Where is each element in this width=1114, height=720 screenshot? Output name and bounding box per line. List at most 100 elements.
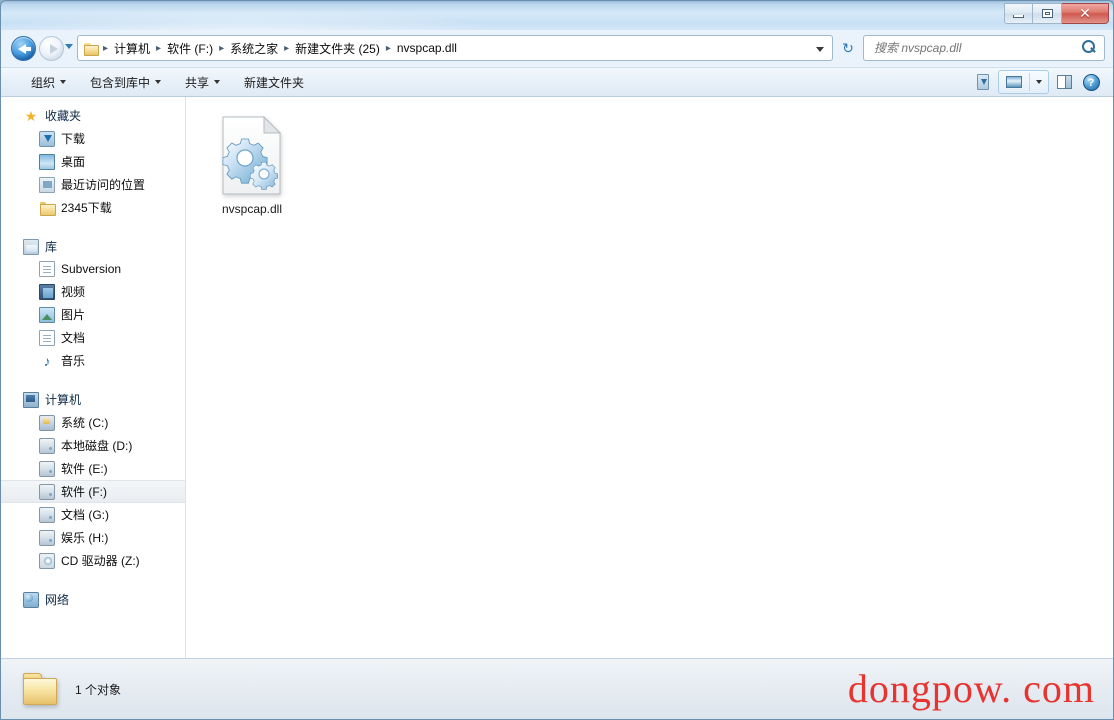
sidebar-header-label: 收藏夹 [45,109,82,123]
system-drive-icon [39,414,55,431]
toolbar-organize-button[interactable]: 组织 [21,69,76,96]
sidebar-item-label: 2345下载 [61,201,112,215]
document-icon [39,329,55,346]
back-button[interactable] [11,36,36,61]
folder-icon [39,200,56,216]
toolbar-include-in-library-button[interactable]: 包含到库中 [80,69,171,96]
cd-drive-icon [39,552,55,569]
recent-places-icon [39,176,55,193]
sidebar-header-favorites[interactable]: ★ 收藏夹 [1,104,185,127]
sidebar-header-computer[interactable]: 计算机 [1,388,185,411]
toolbar-right-group: ? [971,70,1113,94]
sidebar-item-drive-g[interactable]: 文档 (G:) [1,503,185,526]
address-bar[interactable]: ▸ 计算机 ▸ 软件 (F:) ▸ 系统之家 ▸ 新建文件夹 (25) ▸ nv… [77,35,833,61]
search-box[interactable] [863,35,1105,61]
drive-icon [39,483,55,500]
toolbar-share-button[interactable]: 共享 [175,69,230,96]
view-mode-group[interactable] [998,70,1049,94]
toolbar-include-in-library-label: 包含到库中 [90,75,151,90]
sidebar-item-label: 图片 [61,308,86,322]
status-bar: 1 个对象 dongpow. com [1,658,1113,719]
recent-pages-chevron-down-icon[interactable] [65,44,73,49]
view-mode-dropdown-button[interactable] [1030,71,1048,93]
chevron-down-icon [60,80,67,84]
window-controls: ✕ [1004,3,1109,24]
search-icon[interactable] [1080,39,1098,57]
sidebar-item-music[interactable]: ♪ 音乐 [1,349,185,372]
chevron-down-icon [1036,80,1042,84]
title-bar-glow [1,1,1113,30]
nav-group-network: 网络 [1,588,185,611]
navigation-pane[interactable]: ★ 收藏夹 下载 桌面 最近访问的位置 2345下载 库 Subversion … [1,97,186,658]
close-button[interactable]: ✕ [1062,3,1109,24]
breadcrumb-item-nvspcap-dll[interactable]: nvspcap.dll [393,39,461,57]
sidebar-item-documents[interactable]: 文档 [1,326,185,349]
sidebar-item-pictures[interactable]: 图片 [1,303,185,326]
sidebar-item-label: Subversion [61,262,122,276]
refresh-icon[interactable]: ↻ [839,39,857,57]
minimize-button[interactable] [1004,3,1033,24]
nav-group-favorites: ★ 收藏夹 下载 桌面 最近访问的位置 2345下载 [1,104,185,219]
sidebar-item-label: 软件 (F:) [61,485,107,499]
status-item-count: 1 个对象 [75,682,122,697]
content-area: ★ 收藏夹 下载 桌面 最近访问的位置 2345下载 库 Subversion … [1,97,1113,658]
library-icon [23,238,39,255]
network-icon [23,591,39,608]
sidebar-item-label: 软件 (E:) [61,462,108,476]
sidebar-item-2345-downloads[interactable]: 2345下载 [1,196,185,219]
sidebar-item-drive-d[interactable]: 本地磁盘 (D:) [1,434,185,457]
sidebar-item-subversion[interactable]: Subversion [1,258,185,280]
help-button[interactable]: ? [1079,70,1103,94]
search-input[interactable] [872,40,1077,56]
breadcrumb-item-computer[interactable]: 计算机 [110,38,154,59]
sidebar-item-drive-c[interactable]: 系统 (C:) [1,411,185,434]
sidebar-item-label: 系统 (C:) [61,416,109,430]
folder-icon [83,41,99,56]
view-mode-icon [1006,76,1022,88]
sidebar-header-libraries[interactable]: 库 [1,235,185,258]
file-item-nvspcap-dll[interactable]: nvspcap.dll [200,109,304,221]
sidebar-item-drive-h[interactable]: 娱乐 (H:) [1,526,185,549]
nav-group-computer: 计算机 系统 (C:) 本地磁盘 (D:) 软件 (E:) 软件 (F:) 文档… [1,388,185,572]
sidebar-header-label: 计算机 [45,393,82,407]
sidebar-item-drive-f[interactable]: 软件 (F:) [1,480,185,503]
sidebar-item-drive-e[interactable]: 软件 (E:) [1,457,185,480]
file-list-pane[interactable]: nvspcap.dll [186,97,1113,658]
drive-icon [39,529,55,546]
explorer-window: ✕ ▸ 计算机 ▸ 软件 (F:) ▸ 系统之家 ▸ 新建文件夹 (25) ▸ … [0,0,1114,720]
address-chevron-down-icon[interactable] [816,47,824,52]
breadcrumb-separator: ▸ [385,42,391,54]
toolbar-share-label: 共享 [185,75,210,90]
preview-pane-button[interactable] [1052,70,1076,94]
view-mode-button[interactable] [999,71,1029,93]
sidebar-item-desktop[interactable]: 桌面 [1,150,185,173]
burn-button[interactable] [971,70,995,94]
minimize-icon [1013,15,1024,18]
sidebar-header-label: 网络 [45,593,70,607]
breadcrumb-item-new-folder-25[interactable]: 新建文件夹 (25) [291,38,384,59]
maximize-button[interactable] [1033,3,1062,24]
sidebar-item-videos[interactable]: 视频 [1,280,185,303]
breadcrumb-item-xitongzhijia[interactable]: 系统之家 [226,38,282,59]
chevron-down-icon [155,80,162,84]
music-icon: ♪ [43,352,51,369]
sidebar-item-label: 娱乐 (H:) [61,531,109,545]
sidebar-item-label: 下载 [61,132,86,146]
close-icon: ✕ [1079,5,1091,21]
breadcrumb-item-drive-f[interactable]: 软件 (F:) [163,38,217,59]
title-bar: ✕ [1,1,1113,30]
breadcrumb-separator: ▸ [219,42,225,54]
chevron-down-icon [214,80,221,84]
sidebar-item-cd-drive-z[interactable]: CD 驱动器 (Z:) [1,549,185,572]
sidebar-item-downloads[interactable]: 下载 [1,127,185,150]
star-icon: ★ [24,107,38,124]
sidebar-item-recent-places[interactable]: 最近访问的位置 [1,173,185,196]
sidebar-item-label: 本地磁盘 (D:) [61,439,133,453]
toolbar-new-folder-button[interactable]: 新建文件夹 [234,69,314,96]
sidebar-header-network[interactable]: 网络 [1,588,185,611]
forward-button[interactable] [39,36,64,61]
drive-icon [39,506,55,523]
sidebar-item-label: 最近访问的位置 [61,178,146,192]
